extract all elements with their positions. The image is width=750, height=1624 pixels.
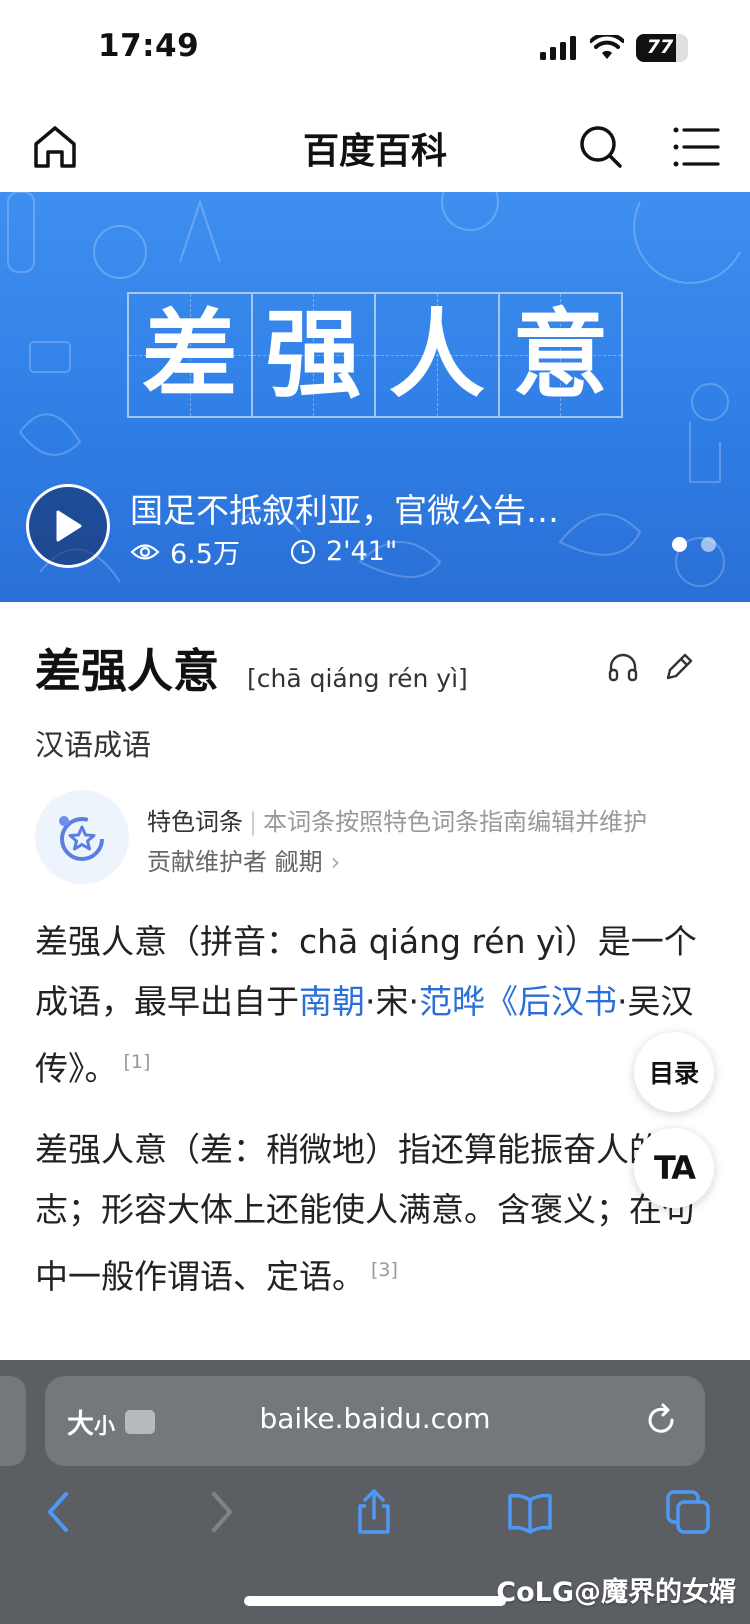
eye-icon (130, 543, 160, 560)
book-bracket: 《 (484, 982, 518, 1021)
url-text[interactable]: baike.baidu.com (45, 1402, 705, 1435)
top-nav: 百度百科 (0, 100, 750, 192)
summary-paragraph: 差强人意（拼音：chā qiáng rén yì）是一个成语，最早出自于南朝·宋… (35, 912, 715, 1099)
contributor-text: 贡献维护者 觎期 (147, 848, 323, 876)
search-icon[interactable] (574, 120, 628, 174)
play-button[interactable] (26, 484, 110, 568)
reload-icon[interactable] (641, 1400, 681, 1440)
paragraph-text: ·宋· (365, 982, 419, 1021)
link-houhanshu[interactable]: 后汉书 (518, 982, 617, 1021)
entry-title: 差强人意 (35, 644, 219, 698)
back-icon[interactable] (36, 1488, 84, 1536)
home-indicator (244, 1596, 506, 1606)
forward-icon[interactable] (196, 1488, 244, 1536)
wifi-icon (590, 35, 624, 59)
menu-icon[interactable] (672, 122, 722, 172)
video-duration: 2'41" (325, 536, 398, 567)
link-fanye[interactable]: 范晔 (419, 982, 485, 1021)
featured-entry-card[interactable]: 特色词条 | 本词条按照特色词条指南编辑并维护 贡献维护者 觎期 › (35, 790, 715, 886)
banner-char: 人 (388, 299, 485, 411)
bookmarks-icon[interactable] (506, 1488, 554, 1536)
signal-icon (540, 36, 576, 60)
featured-entry-label: 特色词条 (147, 808, 243, 836)
battery-level: 77 (646, 36, 674, 58)
featured-entry-desc: 本词条按照特色词条指南编辑并维护 (263, 808, 648, 836)
carousel-dot[interactable] (701, 537, 716, 552)
clock-icon (290, 539, 316, 564)
status-time: 17:49 (98, 28, 200, 64)
page-title: 百度百科 (302, 131, 447, 172)
video-title[interactable]: 国足不抵叙利亚，官微公告… (130, 484, 559, 532)
toc-button[interactable]: 目录 (634, 1032, 714, 1112)
browser-bar: 大小 baike.baidu.com CoLG@魔界的女婿 (0, 1360, 750, 1624)
banner-title-grid: 差 强 人 意 (127, 292, 623, 418)
browser-toolbar (0, 1480, 750, 1550)
reference-mark[interactable]: [1] (124, 1051, 151, 1073)
chevron-right-icon: › (330, 848, 341, 876)
pencil-icon[interactable] (662, 650, 696, 684)
banner-char: 差 (141, 299, 238, 411)
featured-entry-line: 特色词条 | 本词条按照特色词条指南编辑并维护 (147, 808, 648, 836)
battery-icon: 77 (636, 34, 688, 62)
headphones-icon[interactable] (606, 650, 640, 684)
entry-subtitle: 汉语成语 (35, 728, 152, 762)
view-count: 6.5万 (170, 539, 240, 570)
star-badge-icon (35, 790, 129, 884)
share-icon[interactable] (350, 1488, 398, 1536)
entry-header: 差强人意 [chā qiáng rén yì] (35, 635, 468, 701)
status-icons: 77 (540, 34, 688, 62)
previous-tab-peek[interactable] (0, 1376, 26, 1466)
reference-mark[interactable]: [3] (371, 1259, 398, 1281)
definition-paragraph: 差强人意（差：稍微地）指还算能振奋人的意志；形容大体上还能使人满意。含褒义；在句… (35, 1120, 715, 1307)
paragraph-text: 差强人意（差：稍微地）指还算能振奋人的意志；形容大体上还能使人满意。含褒义；在句… (35, 1130, 695, 1296)
entry-pinyin: [chā qiáng rén yì] (247, 664, 468, 693)
watermark-text: CoLG@魔界的女婿 (496, 1577, 736, 1608)
tabs-icon[interactable] (664, 1488, 712, 1536)
address-bar[interactable]: 大小 baike.baidu.com (45, 1376, 705, 1466)
link-nanchao[interactable]: 南朝 (299, 982, 365, 1021)
banner-char: 意 (512, 299, 609, 411)
play-icon (56, 510, 82, 542)
video-banner[interactable]: 差 强 人 意 国足不抵叙利亚，官微公告… 6.5万 2'41" (0, 192, 750, 602)
contributor-line[interactable]: 贡献维护者 觎期 › (147, 842, 340, 877)
video-meta: 6.5万 2'41" (130, 532, 397, 571)
status-bar: 17:49 77 (0, 0, 750, 100)
carousel-dots (672, 537, 716, 552)
carousel-dot[interactable] (672, 537, 687, 552)
ta-button[interactable]: TA (634, 1128, 714, 1208)
banner-char: 强 (265, 299, 362, 411)
